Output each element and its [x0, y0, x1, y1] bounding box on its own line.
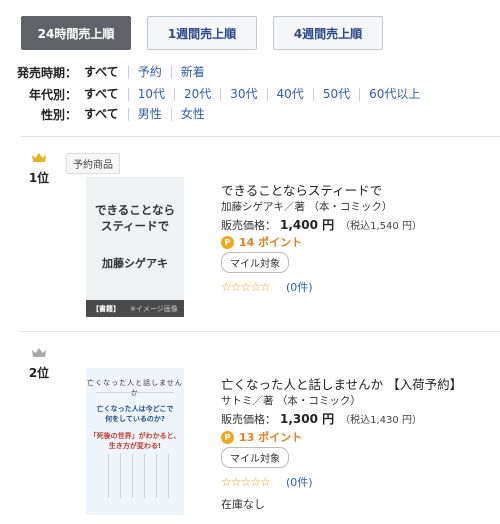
book-cover-2[interactable]: 亡くなった人と話しませんか 亡くなった人は今どこで 何をしているのか? 「死後の世…	[86, 368, 184, 515]
rank-number: 2位	[28, 366, 50, 380]
tab-4week[interactable]: 4週間売上順	[273, 16, 383, 50]
rating-stars: ☆☆☆☆☆	[221, 475, 271, 489]
points: P 13 ポイント	[221, 429, 302, 445]
tab-1week[interactable]: 1週間売上順	[147, 16, 257, 50]
cover-copy-1: 亡くなった人は今どこで 何をしているのか?	[96, 405, 174, 423]
product-title-link[interactable]: 亡くなった人と話しませんか 【入荷予約】	[221, 374, 462, 393]
divider	[21, 136, 500, 137]
filter-gender-male[interactable]: 男性	[127, 107, 171, 121]
filter-age-50s[interactable]: 50代	[312, 87, 359, 101]
filter-age-20s[interactable]: 20代	[173, 87, 220, 101]
review-count-link[interactable]: (0件)	[286, 279, 313, 295]
cover-title: できることなら スティードで	[95, 203, 175, 233]
filter-gender-all[interactable]: すべて	[84, 107, 128, 121]
mile-badge: マイル対象	[221, 447, 289, 468]
filter-age-all[interactable]: すべて	[84, 87, 128, 101]
filter-age-60plus[interactable]: 60代以上	[359, 87, 429, 101]
cover-rule	[96, 392, 174, 393]
cover-format-bar: 【書籍】 ※イメージ画像	[86, 300, 184, 317]
ranking-period-tabs: 24時間売上順 1週間売上順 4週間売上順	[21, 16, 383, 50]
product-title-link[interactable]: できることならスティードで	[221, 180, 382, 199]
cover-copy-2: 「死後の世界」がわかると、 生き方が変わる!	[89, 432, 181, 450]
filter-age-label: 年代別：	[28, 87, 77, 102]
preorder-badge: 予約商品	[66, 153, 120, 174]
product-author: 加藤シゲアキ／著 （本・コミック）	[221, 201, 393, 213]
mile-badge: マイル対象	[221, 252, 289, 273]
stock-status: 在庫なし	[221, 498, 265, 511]
filter-release-label: 発売時期：	[16, 65, 77, 80]
product-author: サトミ／著 （本・コミック）	[221, 395, 361, 407]
filter-release-all[interactable]: すべて	[84, 65, 128, 79]
filter-release-preorder[interactable]: 予約	[127, 65, 171, 79]
gold-crown-icon	[32, 153, 46, 162]
cover-vertical-text-illustration	[100, 454, 170, 498]
book-cover-1[interactable]: できることなら スティードで 加藤シゲアキ 【書籍】 ※イメージ画像	[86, 177, 184, 317]
point-icon: P	[221, 430, 234, 444]
filter-gender-female[interactable]: 女性	[170, 107, 214, 121]
silver-crown-icon	[32, 348, 46, 357]
rank-number: 1位	[28, 171, 50, 185]
tab-24h[interactable]: 24時間売上順	[21, 16, 131, 50]
filter-gender-label: 性別：	[40, 107, 77, 122]
cover-author: 加藤シゲアキ	[102, 257, 168, 270]
divider	[21, 331, 500, 332]
product-price: 販売価格： 1,300 円（税込1,430 円）	[221, 412, 422, 426]
point-icon: P	[221, 235, 234, 249]
filter-release-new[interactable]: 新着	[170, 65, 214, 79]
points: P 14 ポイント	[221, 234, 302, 250]
filter-age-40s[interactable]: 40代	[266, 87, 313, 101]
filter-age-10s[interactable]: 10代	[127, 87, 174, 101]
rating-stars: ☆☆☆☆☆	[221, 280, 271, 294]
filter-age-30s[interactable]: 30代	[220, 87, 266, 101]
rank-1: 1位	[21, 152, 57, 186]
cover-title: 亡くなった人と話しませんか	[87, 379, 183, 397]
rank-2: 2位	[21, 347, 57, 381]
product-price: 販売価格： 1,400 円（税込1,540 円）	[221, 218, 422, 232]
review-count-link[interactable]: (0件)	[286, 474, 313, 490]
